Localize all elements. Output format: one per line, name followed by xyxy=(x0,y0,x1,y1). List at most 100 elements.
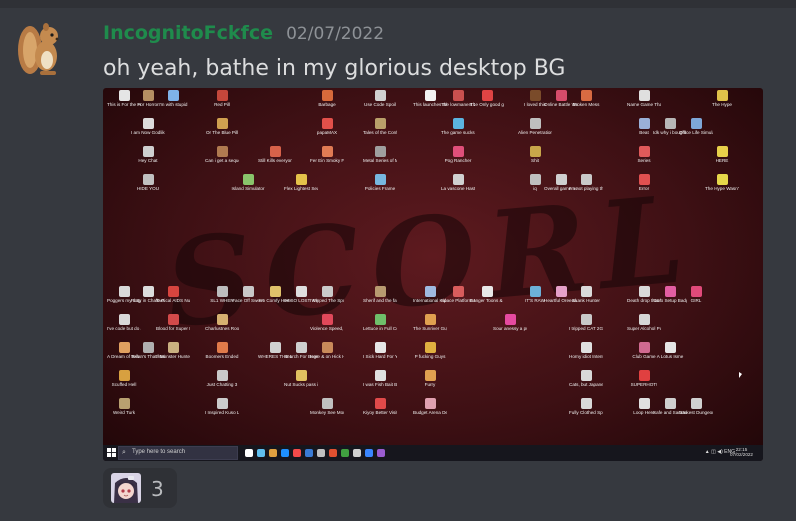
desktop-shortcut[interactable]: I've code but do actually... xyxy=(107,314,141,344)
taskbar-app-icon[interactable] xyxy=(317,449,325,457)
desktop-shortcut[interactable]: The Hype Wasn't Here xyxy=(705,174,739,204)
username[interactable]: IncognitoFckfce xyxy=(103,22,273,44)
desktop-shortcut[interactable]: Can i get a sequel xyxy=(205,146,239,176)
desktop-shortcut[interactable]: The Sunriver Guys xyxy=(413,314,447,344)
reaction-pill[interactable]: 3 xyxy=(103,468,177,508)
desktop-shortcut[interactable]: Barbage xyxy=(310,90,344,120)
taskbar-app-icon[interactable] xyxy=(257,449,265,457)
desktop-shortcut[interactable]: Tales of the Configuration xyxy=(363,118,397,148)
desktop-shortcut[interactable]: Scuffed Hell xyxy=(107,370,141,400)
desktop-shortcut[interactable]: I Sick Hard For You xyxy=(363,342,397,372)
desktop-shortcut[interactable]: Just Chatting 3 xyxy=(205,370,239,400)
desktop-shortcut[interactable]: Error xyxy=(627,174,661,204)
desktop-shortcut[interactable]: I am Now Godlike xyxy=(131,118,165,148)
desktop-shortcut[interactable]: Furry xyxy=(413,370,447,400)
desktop-shortcut[interactable]: Super Alcohol Puzzle xyxy=(627,314,661,344)
desktop-shortcut[interactable]: Metal Series of Madness xyxy=(363,146,397,176)
taskbar-clock[interactable]: 22:15 07/02/2022 xyxy=(730,447,753,457)
desktop-shortcut[interactable]: Name Game Thanks You xyxy=(627,90,661,120)
desktop-shortcut[interactable]: A Lotus Isme xyxy=(653,342,687,372)
desktop-shortcut[interactable]: HIDE YOU xyxy=(131,174,165,204)
desktop-shortcut[interactable]: I Inspired Kuso Lichen xyxy=(205,398,239,428)
desktop-shortcut[interactable]: Shit xyxy=(518,146,552,176)
desktop-shortcut[interactable]: HERE xyxy=(705,146,739,176)
desktop-shortcut[interactable]: I'm with stupid xyxy=(156,90,190,120)
desktop-shortcut[interactable]: GIRL xyxy=(679,286,713,316)
desktop-shortcut[interactable]: Lettuce in Full Cotton xyxy=(363,314,397,344)
desktop-screenshot-attachment[interactable]: SCORL This is For the HorrorFor HorrorI'… xyxy=(103,88,763,461)
desktop-shortcut[interactable]: La vascone Hasty xyxy=(441,174,475,204)
desktop-shortcut[interactable]: Charlustnes Room xyxy=(205,314,239,344)
desktop-shortcut[interactable]: I Kipped The Spot xyxy=(310,286,344,316)
app-shortcut-icon xyxy=(295,342,307,353)
desktop-shortcut[interactable]: The Only good gu... xyxy=(470,90,504,120)
desktop-shortcut[interactable]: Red Pill xyxy=(205,90,239,120)
desktop-shortcut[interactable]: Pog Rancher xyxy=(441,146,475,176)
desktop-shortcut[interactable]: Darkest Dungeon I... xyxy=(679,398,713,428)
taskbar-app-icon[interactable] xyxy=(341,449,349,457)
desktop-shortcut[interactable]: Alien Penetration xyxy=(518,118,552,148)
desktop-shortcut[interactable]: I tripped CAT 2G & BATH xyxy=(569,314,603,344)
message-text: oh yeah, bathe in my glorious desktop BG xyxy=(103,56,566,81)
desktop-shortcut[interactable]: Fer Ein Smoky Face xyxy=(310,146,344,176)
taskbar-app-icon[interactable] xyxy=(293,449,301,457)
desktop-shortcut[interactable]: Island Simulator xyxy=(231,174,265,204)
app-shortcut-icon xyxy=(555,90,567,101)
desktop-shortcut[interactable]: I'm not playing this xyxy=(569,174,603,204)
desktop-shortcut[interactable]: Flex Lightest Seat Ever xyxy=(284,174,318,204)
desktop-shortcut[interactable]: The game sucks. fu... xyxy=(441,118,475,148)
desktop-shortcut[interactable]: Banger Toons & Headbook xyxy=(470,286,504,316)
taskbar-app-icon[interactable] xyxy=(377,449,385,457)
windows-start-icon[interactable] xyxy=(107,448,116,457)
desktop-shortcut[interactable]: Use Code Spoil xyxy=(363,90,397,120)
taskbar-search-box[interactable]: ⌕ Type here to search xyxy=(118,446,238,460)
desktop-shortcut[interactable]: Or The Blue Pill xyxy=(205,118,239,148)
desktop-shortcut[interactable]: SUPERHOT! xyxy=(627,370,661,400)
desktop-shortcut[interactable]: Boomers Ended xyxy=(205,342,239,372)
desktop-shortcut[interactable]: Violence Speed, M... xyxy=(310,314,344,344)
app-shortcut-icon xyxy=(555,286,567,297)
desktop-shortcut[interactable]: Series xyxy=(627,146,661,176)
app-shortcut-icon xyxy=(321,118,333,129)
app-shortcut-icon xyxy=(452,118,464,129)
desktop-shortcut[interactable]: Monkey See Monkey Do xyxy=(310,398,344,428)
user-avatar-squirrel[interactable] xyxy=(16,16,64,80)
desktop-shortcut[interactable]: Horny idiot Intent Sims xyxy=(569,342,603,372)
desktop-shortcut-label: I'm with stupid xyxy=(158,102,188,107)
app-shortcut-icon xyxy=(664,286,676,297)
taskbar-app-icon[interactable] xyxy=(245,449,253,457)
taskbar-app-icon[interactable] xyxy=(353,449,361,457)
taskbar-app-icon[interactable] xyxy=(329,449,337,457)
taskbar-app-icon[interactable] xyxy=(365,449,373,457)
desktop-shortcut[interactable]: Kiyoy Better Visit My Ass xyxy=(363,398,397,428)
desktop-shortcut[interactable]: Weird Turk xyxy=(107,398,141,428)
desktop-shortcut[interactable]: Hey Chat xyxy=(131,146,165,176)
app-shortcut-icon xyxy=(638,286,650,297)
app-shortcut-icon xyxy=(118,286,130,297)
desktop-shortcut[interactable]: Sherif and the fate o... xyxy=(363,286,397,316)
desktop-shortcut[interactable]: Sour anessy a punk xyxy=(493,314,527,344)
desktop-shortcut[interactable]: papaMAX xyxy=(310,118,344,148)
taskbar-app-icon[interactable] xyxy=(269,449,277,457)
taskbar-app-icon[interactable] xyxy=(305,449,313,457)
desktop-shortcut-label: Office Life Simulator xyxy=(679,130,713,135)
taskbar-app-icon[interactable] xyxy=(281,449,289,457)
desktop-shortcut[interactable]: Still Kills everyone... xyxy=(258,146,292,176)
app-shortcut-icon xyxy=(504,314,516,325)
desktop-shortcut[interactable]: Office Life Simulator xyxy=(679,118,713,148)
app-shortcut-icon xyxy=(580,398,592,409)
desktop-shortcut[interactable]: Skank Hunter xyxy=(569,286,603,316)
desktop-shortcut[interactable]: Cats, but Japanese xyxy=(569,370,603,400)
desktop-shortcut[interactable]: Broken Mess xyxy=(569,90,603,120)
desktop-shortcut[interactable]: I was Fish Bait Bot xyxy=(363,370,397,400)
desktop-shortcut[interactable]: If Monster Hunter m... xyxy=(156,342,190,372)
desktop-shortcut[interactable]: Policies Frame xyxy=(363,174,397,204)
desktop-shortcut[interactable]: Blood for Super Kiel xyxy=(156,314,190,344)
desktop-shortcut[interactable]: Here & on Hick Hatspring xyxy=(310,342,344,372)
desktop-shortcut[interactable]: Tactical AIDS Nuke xyxy=(156,286,190,316)
desktop-shortcut[interactable]: P fucking Guys xyxy=(413,342,447,372)
desktop-shortcut[interactable]: Fully Clothed Sparkle Icon xyxy=(569,398,603,428)
desktop-shortcut[interactable]: The Hype xyxy=(705,90,739,120)
desktop-shortcut[interactable]: Nut Sucks pass it on xyxy=(284,370,318,400)
desktop-shortcut[interactable]: Budget Arena Dead Island xyxy=(413,398,447,428)
